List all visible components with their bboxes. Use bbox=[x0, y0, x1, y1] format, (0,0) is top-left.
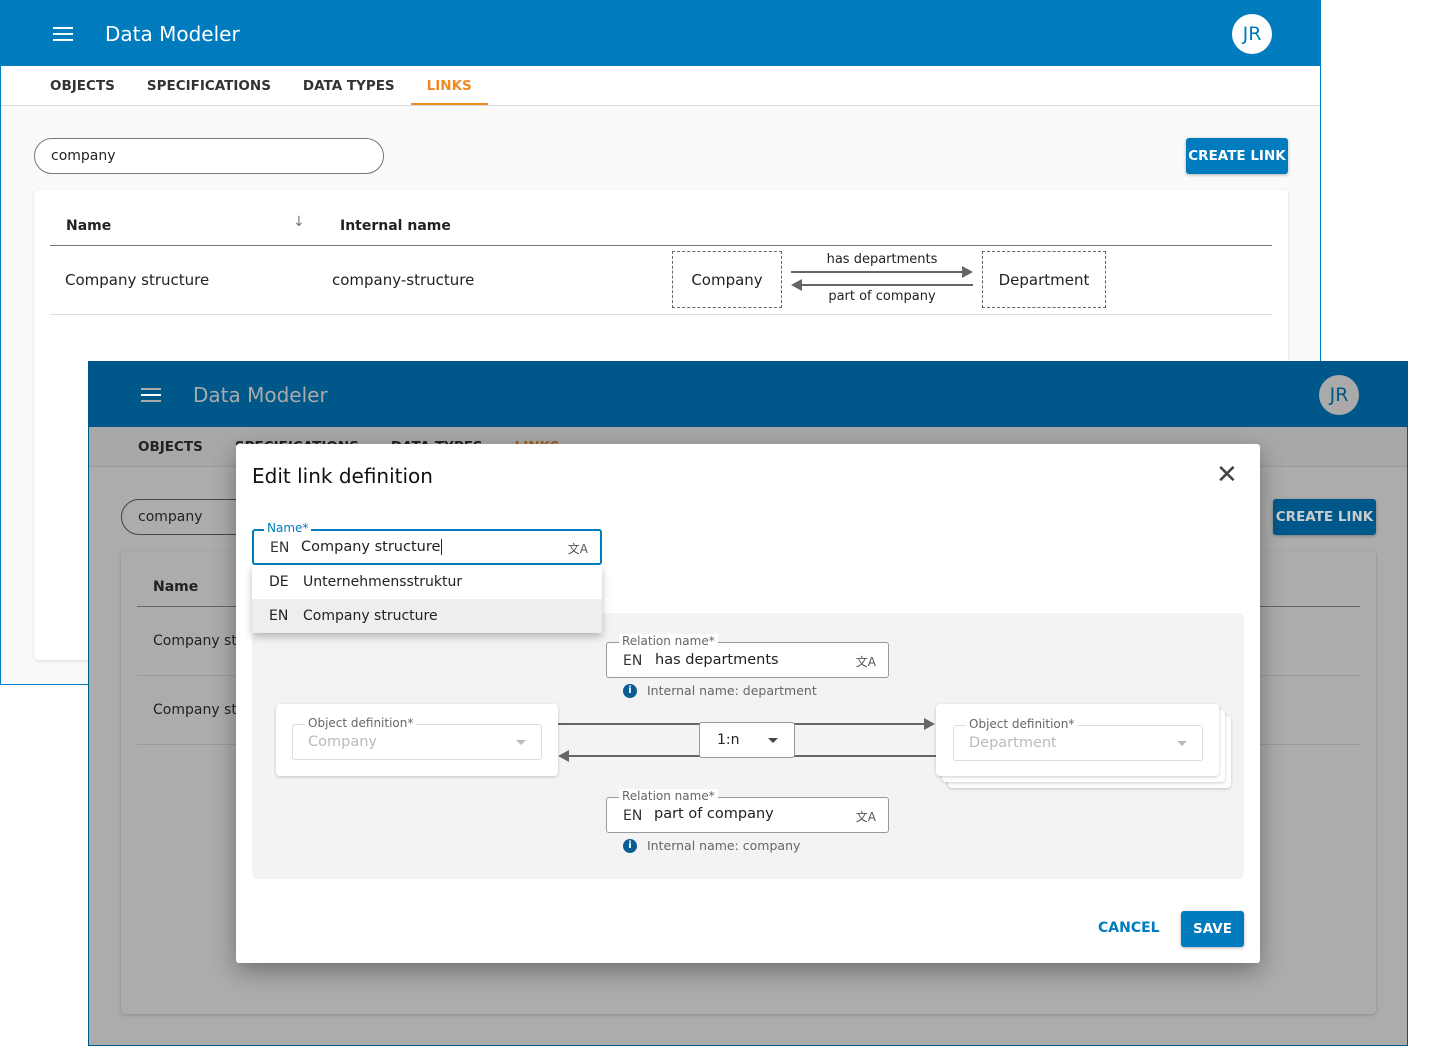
row-internal-name: company-structure bbox=[332, 271, 475, 289]
translation-option-en[interactable]: EN Company structure bbox=[252, 599, 602, 633]
avatar[interactable]: JR bbox=[1232, 14, 1272, 54]
required-mark: * bbox=[708, 789, 715, 803]
translate-icon[interactable]: 文A bbox=[856, 808, 876, 825]
app-title: Data Modeler bbox=[193, 382, 328, 407]
source-object-card: Object definition* Company bbox=[276, 704, 558, 776]
required-mark: * bbox=[302, 521, 309, 535]
target-object-value: Department bbox=[969, 735, 1057, 751]
caret-down-icon bbox=[768, 738, 778, 743]
search-input[interactable]: company bbox=[34, 138, 384, 174]
option-value: Company structure bbox=[303, 608, 438, 624]
table-row[interactable]: Company str bbox=[153, 702, 243, 718]
source-object-value: Company bbox=[308, 734, 377, 750]
target-object: Department bbox=[982, 251, 1106, 308]
translation-option-de[interactable]: DE Unternehmensstruktur bbox=[252, 565, 602, 599]
backward-relation: part of company bbox=[828, 289, 936, 304]
create-link-button[interactable]: CREATE LINK bbox=[1273, 499, 1376, 535]
info-icon: i bbox=[623, 683, 637, 698]
app-title: Data Modeler bbox=[105, 21, 240, 46]
column-name[interactable]: Name bbox=[66, 218, 111, 234]
tab-links[interactable]: LINKS bbox=[410, 66, 488, 105]
caret-down-icon bbox=[1177, 741, 1187, 746]
source-object-select[interactable]: Object definition* Company bbox=[292, 716, 542, 760]
tab-objects[interactable]: OBJECTS bbox=[34, 66, 131, 105]
tab-specifications[interactable]: SPECIFICATIONS bbox=[131, 66, 287, 105]
save-button[interactable]: SAVE bbox=[1181, 911, 1244, 947]
relation-backward-input[interactable]: part of company bbox=[654, 806, 774, 822]
translation-dropdown: DE Unternehmensstruktur EN Company struc… bbox=[252, 565, 602, 633]
field-label: Object definition bbox=[308, 716, 408, 730]
required-mark: * bbox=[407, 716, 414, 730]
relation-name-forward-field[interactable]: Relation name* EN has departments 文A bbox=[606, 634, 889, 678]
sort-arrow-down-icon[interactable]: ↓ bbox=[293, 214, 305, 230]
field-lang: EN bbox=[623, 808, 643, 824]
relation-forward-input[interactable]: has departments bbox=[655, 652, 779, 668]
required-mark: * bbox=[708, 634, 715, 648]
cardinality-value: 1:n bbox=[717, 732, 740, 748]
column-name[interactable]: Name bbox=[153, 579, 198, 595]
close-icon[interactable]: ✕ bbox=[1216, 460, 1238, 490]
source-object: Company bbox=[672, 251, 782, 308]
dialog-title: Edit link definition bbox=[252, 464, 433, 488]
forward-relation: has departments bbox=[826, 252, 938, 267]
field-label: Relation name bbox=[622, 789, 709, 803]
tab-data-types[interactable]: DATA TYPES bbox=[287, 66, 411, 105]
translate-icon[interactable]: 文A bbox=[856, 653, 876, 670]
target-object-card: Object definition* Department bbox=[936, 704, 1219, 776]
internal-name-hint: i Internal name: company bbox=[623, 838, 800, 853]
tab-bar: OBJECTS SPECIFICATIONS DATA TYPES LINKS bbox=[1, 66, 1320, 106]
translate-icon[interactable]: 文A bbox=[568, 540, 588, 557]
name-input[interactable]: Company structure bbox=[301, 539, 443, 555]
table-row[interactable]: Company str bbox=[153, 633, 243, 649]
option-lang: EN bbox=[269, 608, 289, 624]
required-mark: * bbox=[1068, 717, 1075, 731]
row-name: Company structure bbox=[65, 271, 210, 289]
option-value: Unternehmensstruktur bbox=[303, 574, 463, 590]
create-link-button[interactable]: CREATE LINK bbox=[1186, 138, 1288, 174]
app-header: Data Modeler JR bbox=[89, 362, 1407, 427]
app-header: Data Modeler JR bbox=[1, 1, 1320, 66]
hint-text: Internal name: department bbox=[647, 683, 817, 698]
relation-name-backward-field[interactable]: Relation name* EN part of company 文A bbox=[606, 789, 889, 833]
hint-text: Internal name: company bbox=[647, 838, 801, 853]
menu-icon[interactable] bbox=[141, 387, 161, 402]
name-label: Name bbox=[267, 521, 303, 535]
name-field[interactable]: Name* EN Company structure 文A bbox=[252, 521, 602, 565]
edit-link-dialog: Edit link definition ✕ Name* EN Company … bbox=[236, 444, 1260, 963]
field-lang: EN bbox=[623, 653, 643, 669]
tab-objects[interactable]: OBJECTS bbox=[122, 427, 219, 466]
column-internal-name: Internal name bbox=[340, 218, 451, 234]
caret-down-icon bbox=[516, 740, 526, 745]
cancel-button[interactable]: CANCEL bbox=[1098, 920, 1160, 936]
info-icon: i bbox=[623, 838, 637, 853]
target-object-select[interactable]: Object definition* Department bbox=[953, 717, 1203, 761]
field-label: Object definition bbox=[969, 717, 1069, 731]
menu-icon[interactable] bbox=[53, 26, 73, 41]
avatar[interactable]: JR bbox=[1319, 375, 1359, 415]
field-label: Relation name bbox=[622, 634, 709, 648]
option-lang: DE bbox=[269, 574, 289, 590]
name-lang: EN bbox=[270, 540, 290, 556]
cardinality-select[interactable]: 1:n bbox=[699, 722, 795, 758]
internal-name-hint: i Internal name: department bbox=[623, 683, 817, 698]
